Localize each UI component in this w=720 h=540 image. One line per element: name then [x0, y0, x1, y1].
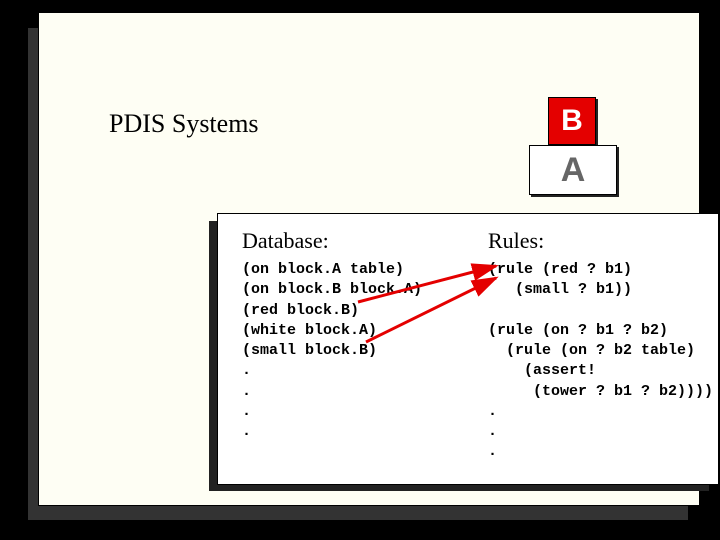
- block-b-label: B: [561, 104, 583, 138]
- stage: PDIS Systems B A Database: (on block.A t…: [0, 0, 720, 540]
- slide-title: PDIS Systems: [109, 109, 259, 139]
- rules-heading: Rules:: [488, 228, 708, 254]
- block-a-label: A: [561, 151, 586, 190]
- slide: PDIS Systems B A Database: (on block.A t…: [38, 12, 700, 506]
- block-b: B: [548, 97, 596, 145]
- database-heading: Database:: [242, 228, 462, 254]
- block-a: A: [529, 145, 617, 195]
- rules-code: (rule (red ? b1) (small ? b1)) (rule (on…: [488, 260, 708, 463]
- database-code: (on block.A table) (on block.B block.A) …: [242, 260, 462, 442]
- content-panel: Database: (on block.A table) (on block.B…: [217, 213, 719, 485]
- rules-column: Rules: (rule (red ? b1) (small ? b1)) (r…: [488, 228, 708, 463]
- database-column: Database: (on block.A table) (on block.B…: [242, 228, 462, 442]
